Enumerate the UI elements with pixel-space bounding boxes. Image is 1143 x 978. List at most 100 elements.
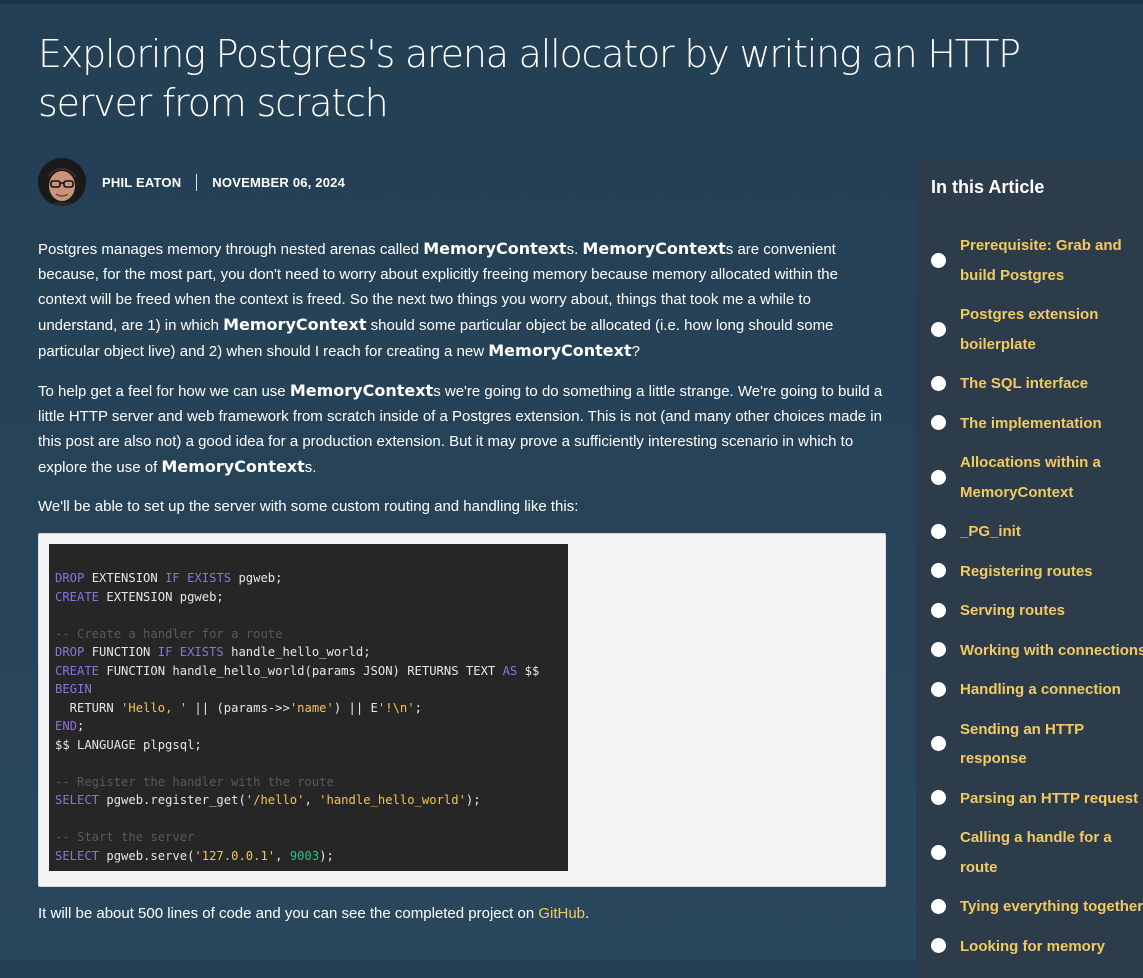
code-string: 'name' [289, 700, 334, 715]
toc-item[interactable]: Sending an HTTP response [916, 715, 1143, 774]
code-keyword: DROP [55, 645, 85, 659]
inline-code-term: MemoryContext [161, 457, 305, 476]
toc-item[interactable]: _PG_init [916, 517, 1143, 547]
toc-item[interactable]: Prerequisite: Grab and build Postgres [916, 231, 1143, 290]
circle-bullet-icon [931, 469, 946, 485]
text-run: ? [631, 343, 640, 360]
circle-bullet-icon [931, 563, 946, 579]
toc-link[interactable]: Handling a connection [960, 675, 1143, 705]
author-name[interactable]: PHIL EATON [102, 175, 181, 190]
code-keyword: BEGIN [55, 682, 92, 696]
circle-bullet-icon [931, 602, 946, 618]
code-keyword: END [55, 719, 78, 733]
code-string: '!\n' [377, 700, 415, 715]
publish-date: NOVEMBER 06, 2024 [212, 174, 346, 190]
toc-link[interactable]: Postgres extension boilerplate [960, 300, 1140, 359]
article-title: Exploring Postgres's arena allocator by … [38, 32, 1021, 125]
toc-item[interactable]: The implementation [916, 409, 1143, 439]
code-text: , [275, 848, 290, 863]
text-run: s. [566, 241, 583, 258]
toc-link[interactable]: Prerequisite: Grab and build Postgres [960, 231, 1140, 290]
toc-item[interactable]: Registering routes [916, 557, 1143, 587]
toc-item[interactable]: Postgres extension boilerplate [916, 300, 1143, 359]
code-number: 9003 [289, 848, 320, 863]
toc-link[interactable]: The implementation [960, 409, 1143, 439]
inline-code-term: MemoryContext [289, 381, 434, 400]
code-text: ; [77, 719, 85, 733]
circle-bullet-icon [931, 415, 946, 431]
toc-link[interactable]: Allocations within a MemoryContext [960, 448, 1140, 507]
code-text: pgweb.serve( [99, 848, 195, 863]
toc-list: Prerequisite: Grab and build Postgres Po… [916, 231, 1143, 971]
code-text: ) || E [333, 700, 378, 715]
code-string: 'handle_hello_world' [319, 793, 466, 807]
code-string: '127.0.0.1' [194, 848, 276, 863]
toc-item[interactable]: Calling a handle for a route [916, 823, 1143, 882]
code-text: ); [319, 848, 334, 863]
toc-item[interactable]: The SQL interface [916, 369, 1143, 399]
circle-bullet-icon [931, 321, 946, 337]
circle-bullet-icon [931, 252, 946, 268]
code-text: ; [414, 700, 422, 715]
inline-code-term: MemoryContext [223, 315, 367, 334]
code-text: FUNCTION [84, 645, 158, 659]
circle-bullet-icon [931, 681, 946, 697]
meta-divider [196, 173, 198, 191]
code-keyword: IF EXISTS [157, 645, 224, 659]
toc-link[interactable]: Sending an HTTP response [960, 715, 1140, 774]
circle-bullet-icon [931, 736, 946, 751]
toc-item[interactable]: Tying everything together [916, 892, 1143, 922]
text-run: Postgres manages memory through nested a… [38, 241, 424, 258]
text-run: . [585, 905, 590, 922]
code-comment: -- Start the server [55, 830, 195, 844]
code-keyword: SELECT [55, 848, 100, 863]
text-run: s. [304, 459, 317, 476]
intro-paragraph-4: It will be about 500 lines of code and y… [38, 901, 886, 926]
toc-link[interactable]: Working with connections [960, 636, 1143, 666]
text-run: To help get a feel for how we can use [38, 383, 290, 400]
toc-item[interactable]: Serving routes [916, 596, 1143, 626]
circle-bullet-icon [931, 523, 946, 539]
code-keyword: AS [502, 663, 518, 678]
article-meta: PHIL EATON NOVEMBER 06, 2024 [38, 158, 345, 206]
circle-bullet-icon [931, 375, 946, 391]
code-string: '/hello' [245, 793, 305, 807]
toc-item[interactable]: Parsing an HTTP request [916, 784, 1143, 814]
code-keyword: DROP [55, 571, 85, 585]
github-link[interactable]: GitHub [538, 905, 585, 922]
toc-link[interactable]: The SQL interface [960, 369, 1143, 399]
table-of-contents: In this Article Prerequisite: Grab and b… [916, 158, 1143, 978]
top-strip [0, 0, 1143, 4]
code-text: $$ LANGUAGE plpgsql; [55, 737, 202, 752]
toc-link[interactable]: Registering routes [960, 557, 1143, 587]
intro-paragraph-2: To help get a feel for how we can use Me… [38, 378, 886, 480]
code-keyword: CREATE [55, 589, 100, 604]
text-run: It will be about 500 lines of code and y… [38, 905, 539, 922]
article-body: Postgres manages memory through nested a… [38, 236, 886, 940]
toc-item[interactable]: Handling a connection [916, 675, 1143, 705]
code-block[interactable]: DROP EXTENSION IF EXISTS pgweb; CREATE E… [49, 544, 568, 871]
toc-link[interactable]: _PG_init [960, 517, 1143, 547]
circle-bullet-icon [931, 898, 946, 914]
toc-link[interactable]: Looking for memory [960, 932, 1143, 962]
inline-code-term: MemoryContext [582, 239, 726, 258]
code-text: FUNCTION handle_hello_world(params JSON)… [99, 663, 503, 678]
toc-item[interactable]: Working with connections [916, 636, 1143, 666]
intro-paragraph-1: Postgres manages memory through nested a… [38, 236, 886, 364]
code-comment: -- Register the handler with the route [55, 774, 334, 789]
toc-link[interactable]: Serving routes [960, 596, 1143, 626]
intro-paragraph-3: We'll be able to set up the server with … [38, 498, 579, 515]
toc-item[interactable]: Looking for memory [916, 932, 1143, 962]
toc-link[interactable]: Parsing an HTTP request [960, 784, 1143, 814]
author-photo-icon [38, 158, 86, 206]
inline-code-term: MemoryContext [488, 341, 632, 360]
toc-item[interactable]: Allocations within a MemoryContext [916, 448, 1143, 507]
author-avatar[interactable] [38, 158, 86, 206]
toc-link[interactable]: Calling a handle for a route [960, 823, 1140, 882]
code-string: 'Hello, ' [121, 700, 188, 715]
toc-link[interactable]: Tying everything together [960, 892, 1143, 922]
code-text: pgweb; [231, 571, 283, 585]
toc-heading: In this Article [931, 177, 1045, 197]
circle-bullet-icon [931, 790, 946, 806]
code-text: RETURN [55, 700, 122, 715]
